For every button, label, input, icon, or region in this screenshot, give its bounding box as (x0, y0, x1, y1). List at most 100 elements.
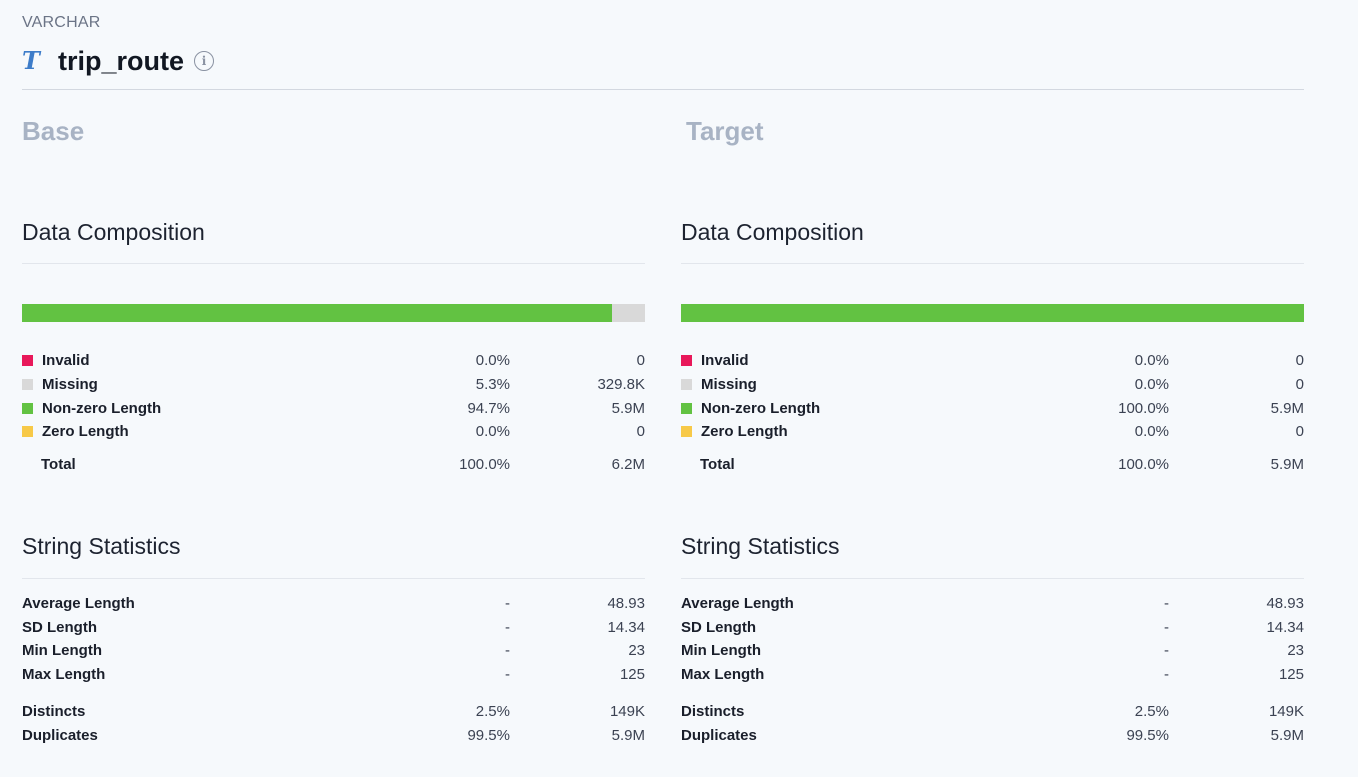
composition-row: Zero Length 0.0% 0 (681, 421, 1304, 441)
stat-row: SD Length - 14.34 (681, 617, 1304, 637)
row-label: Non-zero Length (701, 399, 821, 417)
stat-row: Distincts 2.5% 149K (681, 701, 1304, 721)
column-title-row: T trip_route i (22, 44, 215, 78)
row-label: Non-zero Length (42, 399, 162, 417)
legend-swatch-zero-length (681, 425, 692, 437)
row-percent: 0.0% (475, 351, 510, 369)
composition-row: Zero Length 0.0% 0 (22, 421, 645, 441)
row-value: 149K (609, 702, 645, 720)
row-value: 23 (1287, 641, 1304, 659)
row-label: Zero Length (42, 422, 129, 440)
row-value: 0 (636, 422, 645, 440)
header-divider (22, 89, 1304, 90)
composition-row: Non-zero Length 94.7% 5.9M (22, 398, 645, 418)
legend-swatch-zero-length (22, 425, 33, 437)
row-label: Average Length (681, 594, 794, 612)
composition-bar (22, 304, 645, 322)
row-label: Max Length (22, 665, 106, 683)
stat-row: Duplicates 99.5% 5.9M (22, 725, 645, 745)
row-label: Total (41, 455, 76, 473)
type-label: VARCHAR (22, 14, 101, 31)
composition-row: Invalid 0.0% 0 (681, 350, 1304, 370)
row-value: 14.34 (607, 618, 645, 636)
composition-total-row: Total 100.0% 5.9M (681, 454, 1304, 474)
row-value: 0 (1295, 375, 1304, 393)
row-value: 23 (628, 641, 645, 659)
stat-row: Distincts 2.5% 149K (22, 701, 645, 721)
row-percent: - (505, 641, 510, 659)
panel-title: Base (22, 116, 85, 146)
row-label: SD Length (681, 618, 756, 636)
row-value: 0 (636, 351, 645, 369)
bar-segment-non-zero-length (22, 304, 612, 322)
row-label: Zero Length (701, 422, 788, 440)
section-divider (22, 578, 645, 579)
row-percent: - (1164, 594, 1169, 612)
legend-swatch-invalid (681, 354, 692, 366)
row-label: Duplicates (681, 726, 757, 744)
legend-swatch-missing (22, 378, 33, 390)
row-value: 149K (1268, 702, 1304, 720)
row-percent: - (1164, 618, 1169, 636)
row-label: Missing (42, 375, 98, 393)
composition-total-row: Total 100.0% 6.2M (22, 454, 645, 474)
row-value: 5.9M (1270, 399, 1304, 417)
row-value: 329.8K (597, 375, 645, 393)
row-label: Invalid (42, 351, 90, 369)
row-label: Total (700, 455, 735, 473)
row-label: Invalid (701, 351, 749, 369)
legend-swatch-non-zero-length (681, 402, 692, 414)
stat-row: SD Length - 14.34 (22, 617, 645, 637)
row-label: Distincts (22, 702, 86, 720)
row-value: 125 (619, 665, 645, 683)
info-icon[interactable]: i (194, 51, 215, 71)
row-percent: 100.0% (1118, 455, 1169, 473)
legend-swatch-missing (681, 378, 692, 390)
stat-row: Max Length - 125 (22, 664, 645, 684)
row-percent: 0.0% (1134, 351, 1169, 369)
string-statistics-title: String Statistics (22, 533, 181, 559)
row-percent: 0.0% (1134, 422, 1169, 440)
row-percent: 100.0% (1118, 399, 1169, 417)
row-percent: 99.5% (467, 726, 510, 744)
row-label: Missing (701, 375, 757, 393)
column-name: trip_route (58, 45, 185, 76)
stat-row: Min Length - 23 (22, 640, 645, 660)
section-divider (681, 263, 1304, 264)
row-value: 6.2M (611, 455, 645, 473)
row-percent: - (505, 665, 510, 683)
row-percent: - (505, 594, 510, 612)
row-label: Distincts (681, 702, 745, 720)
composition-row: Non-zero Length 100.0% 5.9M (681, 398, 1304, 418)
bar-segment-non-zero-length (681, 304, 1304, 322)
bar-segment-missing (611, 304, 645, 322)
string-statistics-title: String Statistics (681, 533, 840, 559)
text-type-icon: T (22, 46, 40, 75)
row-value: 5.9M (611, 399, 645, 417)
row-percent: 2.5% (1134, 702, 1169, 720)
stat-row: Average Length - 48.93 (681, 593, 1304, 613)
composition-row: Invalid 0.0% 0 (22, 350, 645, 370)
composition-row: Missing 5.3% 329.8K (22, 374, 645, 394)
row-value: 0 (1295, 351, 1304, 369)
panel-title: Target (686, 116, 764, 146)
row-percent: - (1164, 665, 1169, 683)
row-percent: - (505, 618, 510, 636)
row-value: 48.93 (1266, 594, 1304, 612)
data-composition-title: Data Composition (22, 219, 205, 245)
section-divider (681, 578, 1304, 579)
stat-row: Max Length - 125 (681, 664, 1304, 684)
data-composition-title: Data Composition (681, 219, 864, 245)
row-label: Min Length (22, 641, 102, 659)
section-divider (22, 263, 645, 264)
row-percent: 94.7% (467, 399, 510, 417)
stat-row: Duplicates 99.5% 5.9M (681, 725, 1304, 745)
row-value: 0 (1295, 422, 1304, 440)
row-label: Max Length (681, 665, 765, 683)
row-label: Average Length (22, 594, 135, 612)
stat-row: Min Length - 23 (681, 640, 1304, 660)
row-value: 14.34 (1266, 618, 1304, 636)
row-label: SD Length (22, 618, 97, 636)
row-value: 5.9M (611, 726, 645, 744)
row-percent: - (1164, 641, 1169, 659)
